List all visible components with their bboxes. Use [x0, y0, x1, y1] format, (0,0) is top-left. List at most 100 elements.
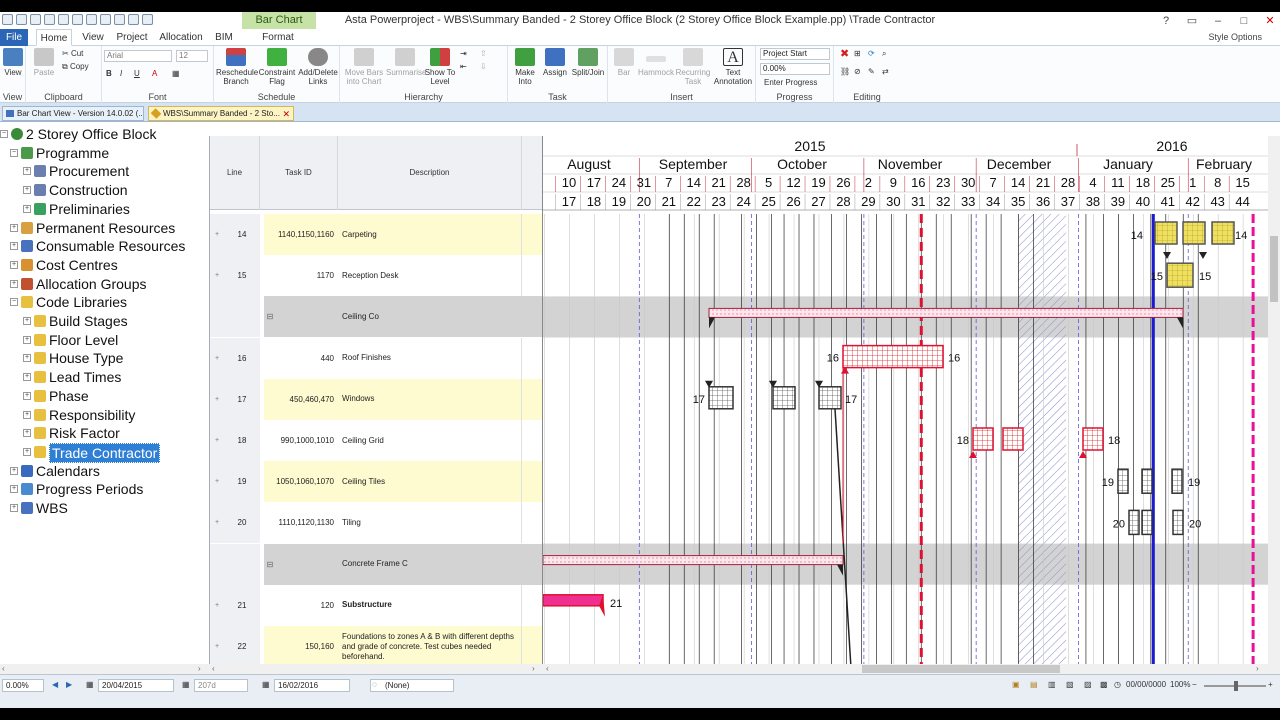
delete-icon[interactable]: ✖: [840, 48, 849, 60]
tree-expander-icon[interactable]: +: [23, 354, 31, 363]
table-row[interactable]: +17 450,460,470 Windows: [210, 378, 543, 420]
zoom-out-icon[interactable]: −: [1192, 680, 1197, 689]
outdent-icon[interactable]: ⇤: [460, 61, 467, 73]
tab-file[interactable]: File: [0, 29, 28, 46]
tree-expander-icon[interactable]: +: [10, 466, 18, 475]
table-row[interactable]: +22 150,160 Foundations to zones A & B wit…: [210, 626, 543, 667]
edit-icon[interactable]: ✎: [868, 66, 875, 78]
tree-expander-icon[interactable]: +: [23, 429, 31, 438]
tree-expander-icon[interactable]: +: [23, 335, 31, 344]
header-description[interactable]: Description: [338, 136, 522, 210]
minimize-icon[interactable]: –: [1212, 15, 1224, 27]
tree-expander-icon[interactable]: +: [23, 167, 31, 176]
task-bar-ceiling-tiles[interactable]: [1117, 468, 1129, 494]
refresh-icon[interactable]: ⟳: [868, 48, 875, 60]
layout-icon[interactable]: ▤: [1030, 680, 1038, 689]
close-icon[interactable]: ✕: [1264, 14, 1276, 27]
italic-button[interactable]: I: [120, 68, 122, 80]
tab-project[interactable]: Project: [114, 29, 150, 46]
summary-bar-concrete-frame[interactable]: [543, 555, 844, 566]
tree-expander-icon[interactable]: +: [23, 410, 31, 419]
date-from-field[interactable]: 20/04/2015: [98, 679, 174, 692]
tab-format[interactable]: Format: [258, 29, 298, 46]
table-row[interactable]: +16 440 Roof Finishes: [210, 337, 543, 379]
calendar-to-icon[interactable]: ▦: [262, 680, 270, 689]
text-annotation-button[interactable]: A Text Annotation: [712, 48, 754, 86]
tab-allocation[interactable]: Allocation: [158, 29, 204, 46]
task-bar-reception[interactable]: [1166, 262, 1194, 288]
task-bar-ceiling-tiles[interactable]: [1141, 468, 1153, 494]
copy-button[interactable]: ⧉ Copy: [62, 61, 89, 73]
chart-scroll-right-icon[interactable]: ›: [1256, 664, 1259, 673]
table-row[interactable]: +15 1170 Reception Desk: [210, 255, 543, 297]
table-row[interactable]: +14 1140,1150,1160 Carpeting: [210, 214, 543, 255]
summary-bar-ceiling-co[interactable]: [708, 307, 1184, 318]
split-join-button[interactable]: Split/Join: [570, 48, 606, 77]
task-bar-carpeting[interactable]: [1182, 221, 1206, 245]
header-task-id[interactable]: Task ID: [260, 136, 338, 210]
date-to-field[interactable]: 16/02/2016: [274, 679, 350, 692]
doc-tab-bar-chart-view[interactable]: Bar Chart View - Version 14.0.02 (...: [2, 106, 144, 121]
grid-scroll-left-icon[interactable]: ‹: [212, 664, 215, 673]
style-options[interactable]: Style Options: [1208, 29, 1262, 46]
tree-expander-icon[interactable]: −: [0, 130, 8, 138]
tree-expander-icon[interactable]: +: [23, 447, 31, 456]
save-icon[interactable]: [16, 14, 27, 25]
view-button[interactable]: View: [2, 48, 24, 77]
tree-expander-icon[interactable]: −: [10, 148, 18, 157]
vertical-scroll-thumb[interactable]: [1270, 236, 1278, 302]
constraint-flag-button[interactable]: Constraint Flag: [258, 48, 296, 86]
grid-scroll-right-icon[interactable]: ›: [532, 664, 535, 673]
font-size-select[interactable]: 12: [176, 50, 208, 62]
table-row[interactable]: +21 120 Substructure: [210, 584, 543, 626]
settings-icon[interactable]: [128, 14, 139, 25]
nav-right-icon[interactable]: ▶: [66, 680, 72, 689]
link-icon[interactable]: ⛓: [840, 66, 850, 78]
bar-button[interactable]: Bar: [610, 48, 638, 77]
print-icon[interactable]: [58, 14, 69, 25]
view-b-icon[interactable]: ▧: [1066, 680, 1074, 689]
reschedule-button[interactable]: Reschedule Branch: [216, 48, 258, 86]
zoom-in-icon[interactable]: +: [1268, 680, 1273, 689]
indent-icon[interactable]: ⇥: [460, 48, 467, 60]
table-row[interactable]: +19 1050,1060,1070 Ceiling Tiles: [210, 461, 543, 503]
move-bars-button[interactable]: Move Bars into Chart: [342, 48, 386, 86]
redo-icon[interactable]: [44, 14, 55, 25]
view-d-icon[interactable]: ▩: [1100, 680, 1108, 689]
tree-expander-icon[interactable]: +: [23, 373, 31, 382]
add-delete-links-button[interactable]: Add/Delete Links: [298, 48, 338, 86]
tree-expander-icon[interactable]: +: [10, 242, 18, 251]
paste-button[interactable]: Paste: [30, 48, 58, 77]
tree-expander-icon[interactable]: −: [10, 298, 18, 307]
table-row[interactable]: +20 1110,1120,1130 Tiling: [210, 502, 543, 544]
restore-icon[interactable]: ▭: [1186, 14, 1198, 27]
replace-icon[interactable]: ⇄: [882, 66, 889, 78]
table-row[interactable]: +18 990,1000,1010 Ceiling Grid: [210, 420, 543, 461]
project-start-select[interactable]: Project Start: [760, 48, 830, 60]
task-bar-ceiling-grid[interactable]: [1002, 427, 1024, 451]
group-row[interactable]: ⊟ Concrete Frame C: [210, 543, 543, 585]
filter-select[interactable]: (None): [370, 679, 454, 692]
chart-scroll-left-icon[interactable]: ‹: [546, 664, 549, 673]
task-bar-tiling[interactable]: [1141, 509, 1153, 536]
doc-tab-wbs-summary[interactable]: WBS\Summary Banded - 2 Sto... ✕: [148, 106, 294, 121]
vertical-scrollbar[interactable]: [1268, 136, 1280, 668]
task-bar-ceiling-grid[interactable]: [1082, 427, 1104, 451]
nav-left-icon[interactable]: ◀: [52, 680, 58, 689]
tab-bim[interactable]: BIM: [212, 29, 236, 46]
task-bar-substructure[interactable]: [543, 594, 604, 607]
find-icon[interactable]: ⌕: [882, 48, 886, 60]
task-bar-tiling[interactable]: [1128, 509, 1140, 536]
filter-icon[interactable]: [100, 14, 111, 25]
progress-input[interactable]: 0.00%: [760, 63, 830, 75]
font-color-icon[interactable]: A: [152, 68, 157, 80]
hammock-button[interactable]: Hammock: [638, 48, 674, 77]
calendar-from-icon[interactable]: ▦: [86, 680, 94, 689]
help-icon[interactable]: ?: [1160, 15, 1172, 27]
open-icon[interactable]: [86, 14, 97, 25]
task-bar-windows[interactable]: [772, 386, 796, 410]
tree-expander-icon[interactable]: +: [10, 279, 18, 288]
duration-field[interactable]: 207d: [194, 679, 248, 692]
lock-icon[interactable]: ▣: [1012, 680, 1020, 689]
task-bar-carpeting[interactable]: [1211, 221, 1235, 245]
